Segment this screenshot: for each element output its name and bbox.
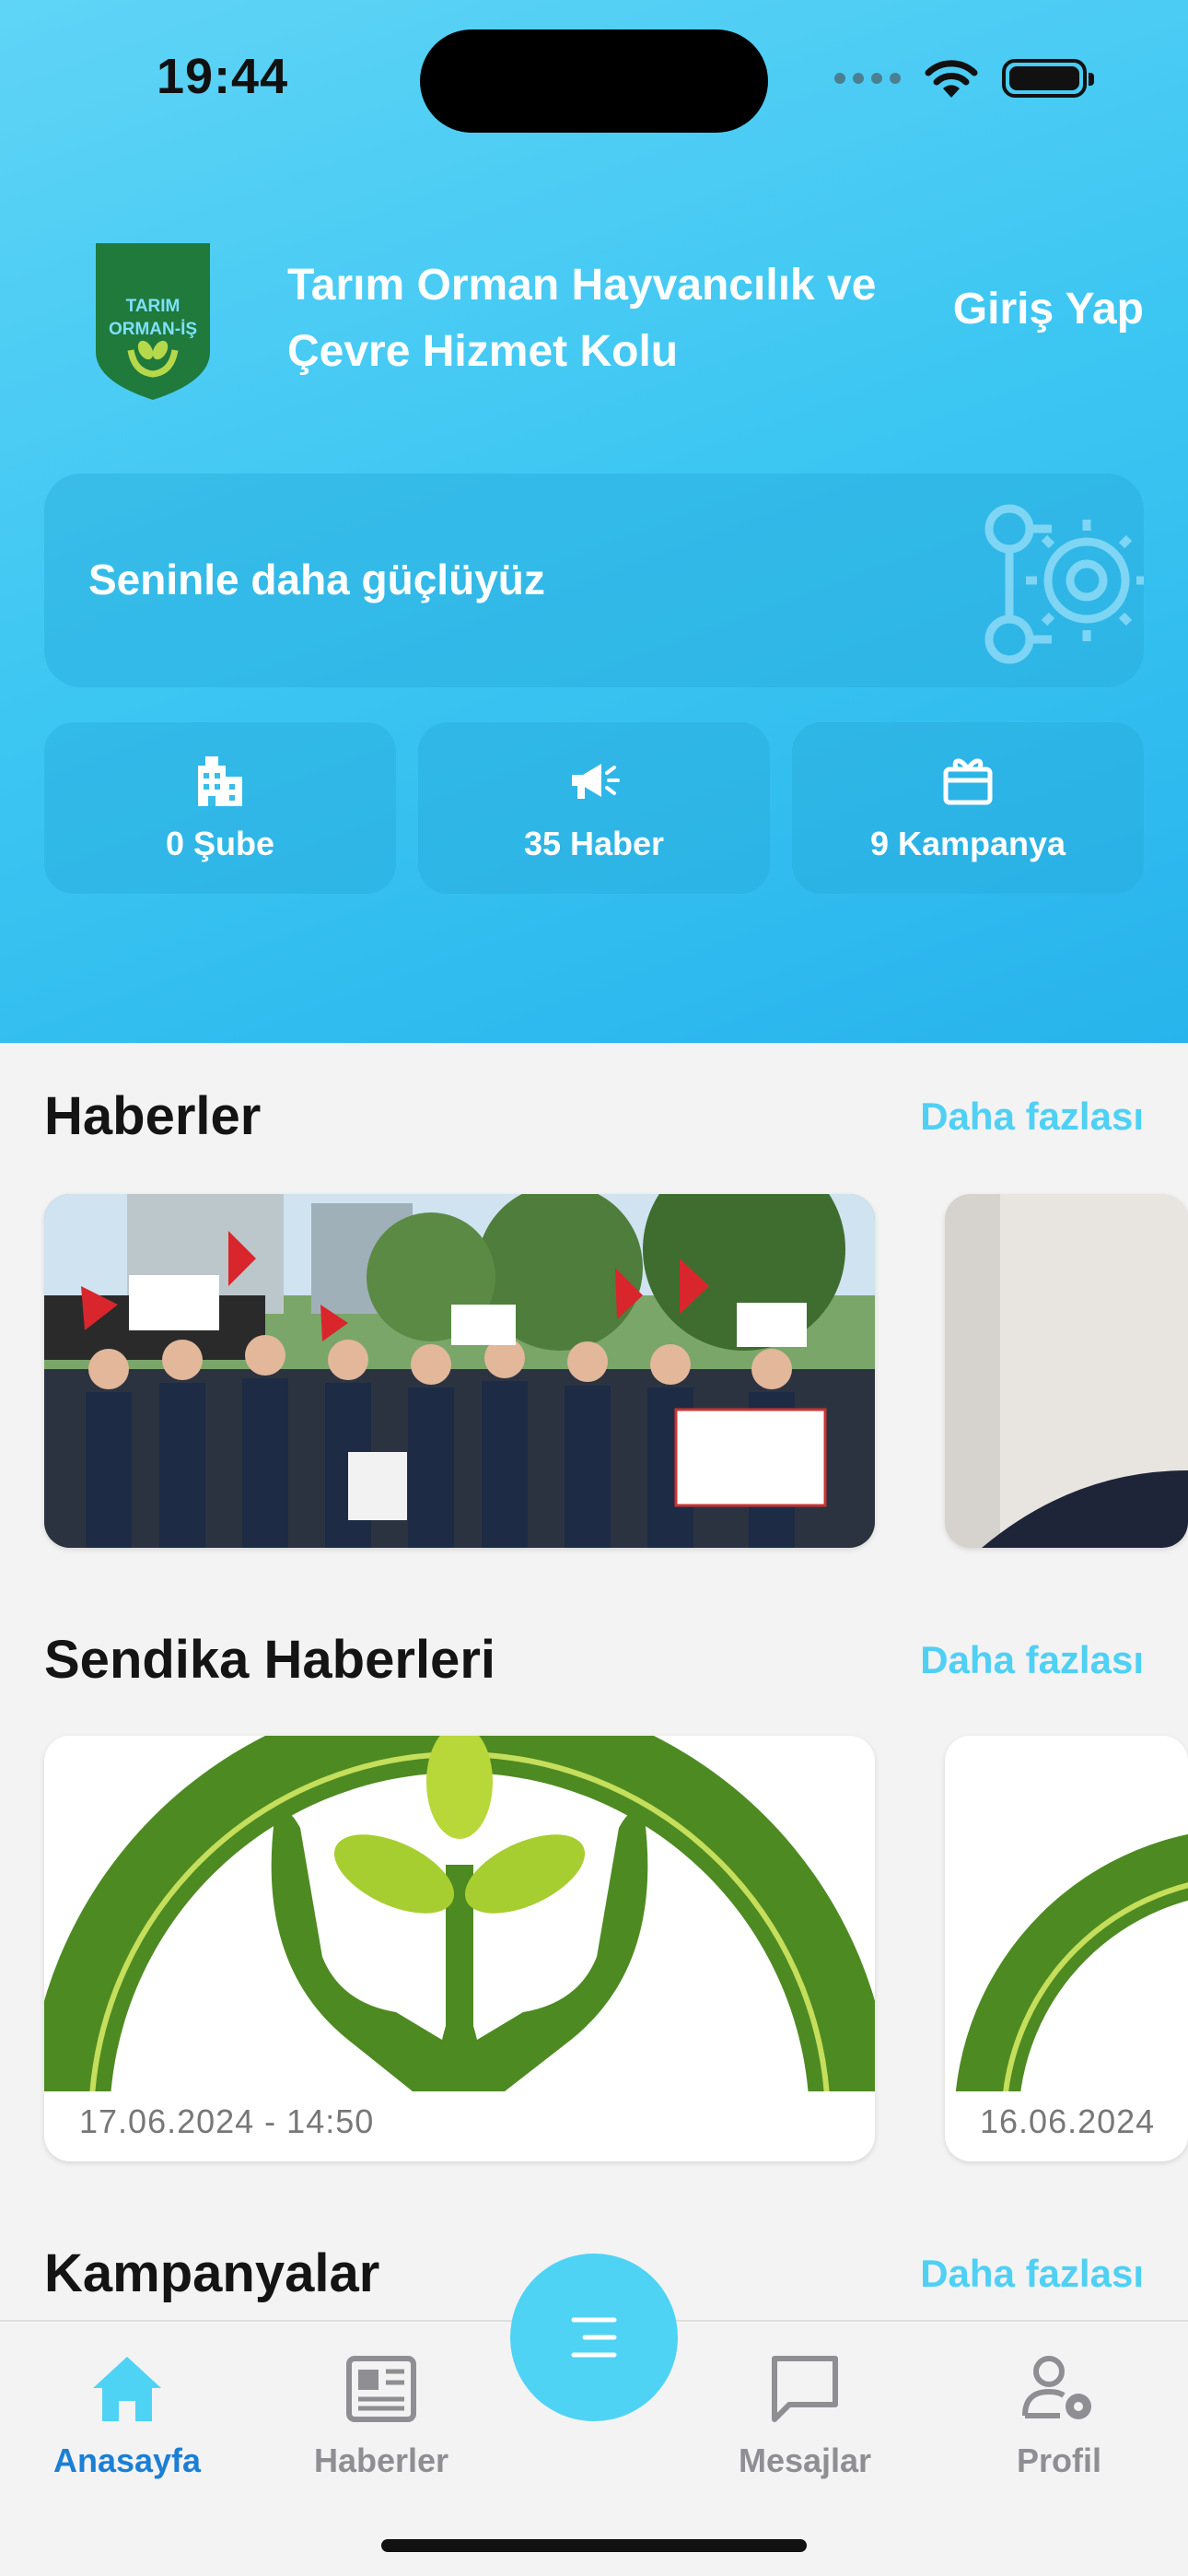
- home-icon: [93, 2357, 161, 2421]
- gift-icon: [943, 758, 993, 805]
- union-logo-image-partial: [945, 1736, 1188, 2161]
- news-card-partial[interactable]: [945, 1194, 1188, 1548]
- news-section-title: Haberler: [44, 1086, 262, 1146]
- user-settings-icon: [1022, 2356, 1091, 2419]
- union-logo-image: [44, 1736, 875, 2161]
- news-photo: [44, 1194, 875, 1548]
- building-icon: [198, 756, 242, 806]
- tab-news[interactable]: Haberler: [280, 2349, 483, 2480]
- tab-profile[interactable]: Profil: [958, 2349, 1160, 2480]
- campaigns-section-title: Kampanyalar: [44, 2243, 380, 2303]
- tab-messages-label: Mesajlar: [738, 2441, 872, 2479]
- stat-campaigns-label: 9 Kampanya: [869, 825, 1066, 862]
- stat-branches[interactable]: 0 Şube: [44, 722, 396, 894]
- union-news-more-link[interactable]: Daha fazlası: [920, 1638, 1144, 1682]
- news-more-link[interactable]: Daha fazlası: [920, 1095, 1144, 1139]
- stat-news[interactable]: 35 Haber: [418, 722, 770, 894]
- tab-profile-label: Profil: [1016, 2441, 1101, 2479]
- slogan-card: Seninle daha güçlüyüz: [44, 474, 1144, 687]
- slogan-text: Seninle daha güçlüyüz: [88, 556, 545, 603]
- status-icons: [834, 57, 1094, 100]
- svg-text:ORMAN-İŞ: ORMAN-İŞ: [109, 320, 197, 339]
- org-title-line1: Tarım Orman Hayvancılık ve: [287, 261, 877, 310]
- union-news-date: 17.06.2024 - 14:50: [79, 2102, 375, 2140]
- stat-branches-label: 0 Şube: [165, 825, 275, 862]
- union-news-card[interactable]: 17.06.2024 - 14:50: [44, 1736, 875, 2161]
- megaphone-icon: [572, 764, 620, 799]
- union-news-section-title: Sendika Haberleri: [44, 1630, 495, 1690]
- union-news-date-partial: 16.06.2024: [980, 2102, 1156, 2140]
- login-button[interactable]: Giriş Yap: [953, 284, 1144, 334]
- newspaper-icon: [346, 2356, 416, 2422]
- cellular-icon: [834, 73, 901, 84]
- union-news-card-partial[interactable]: 16.06.2024: [945, 1736, 1188, 2161]
- news-card[interactable]: [44, 1194, 875, 1548]
- menu-fab-button[interactable]: [510, 2254, 678, 2421]
- union-logo: TARIM ORMAN-İŞ: [94, 241, 212, 402]
- svg-text:TARIM: TARIM: [126, 297, 181, 316]
- tab-messages[interactable]: Mesajlar: [704, 2349, 906, 2480]
- org-title-line2: Çevre Hizmet Kolu: [287, 327, 679, 376]
- stat-campaigns[interactable]: 9 Kampanya: [792, 722, 1144, 894]
- battery-icon: [1002, 59, 1094, 98]
- home-indicator[interactable]: [381, 2539, 807, 2552]
- menu-lines-icon: [571, 2317, 617, 2358]
- news-photo-partial: [945, 1194, 1188, 1548]
- wifi-icon: [925, 60, 978, 98]
- tab-home[interactable]: Anasayfa: [26, 2349, 228, 2480]
- dynamic-island: [420, 29, 768, 133]
- stat-news-label: 35 Haber: [523, 825, 665, 862]
- status-time: 19:44: [157, 49, 289, 104]
- campaigns-more-link[interactable]: Daha fazlası: [920, 2252, 1144, 2296]
- organization-title: Tarım Orman Hayvancılık ve Çevre Hizmet …: [287, 252, 932, 385]
- tab-news-label: Haberler: [313, 2441, 449, 2479]
- network-gear-icon: [984, 504, 1144, 664]
- tab-home-label: Anasayfa: [52, 2441, 202, 2479]
- chat-bubble-icon: [772, 2356, 838, 2422]
